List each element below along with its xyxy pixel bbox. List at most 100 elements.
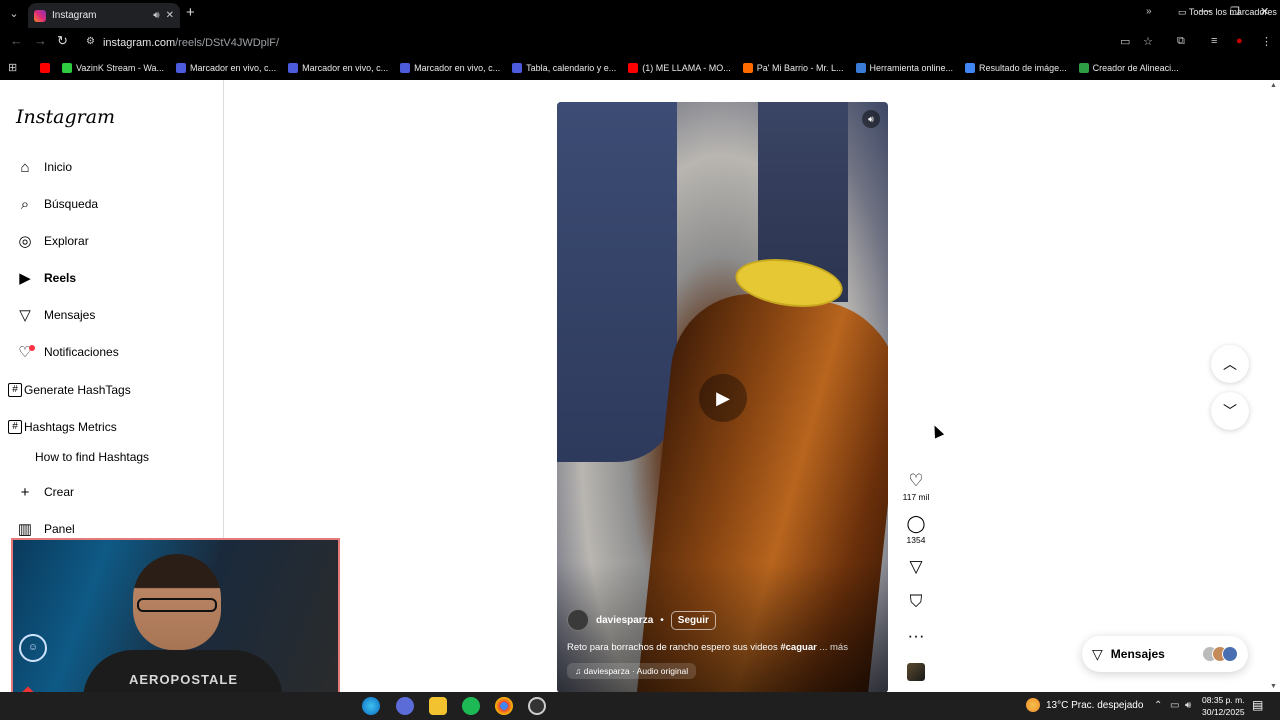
reload-icon[interactable]: ↻ <box>57 33 68 49</box>
volume-icon[interactable]: 🔊︎ <box>862 110 880 128</box>
chevron-up-icon[interactable]: ⌃ <box>1154 700 1162 711</box>
comment-count: 1354 <box>906 535 926 545</box>
send-icon: ▽ <box>909 557 923 576</box>
caption-more[interactable]: ... más <box>817 642 848 653</box>
url-path: /reels/DStV4JWDplF/ <box>175 36 280 49</box>
sidebar-item-hashtags-metrics[interactable]: # Hashtags Metrics <box>8 420 117 434</box>
sidebar-item-explorar[interactable]: ◎ Explorar <box>16 232 88 250</box>
avatar <box>1222 646 1238 662</box>
instagram-logo[interactable]: Instagram <box>16 106 115 128</box>
reel-username[interactable]: daviesparza <box>596 615 653 626</box>
clock-time: 08:35 p. m. <box>1202 695 1245 705</box>
avatar[interactable] <box>567 609 589 631</box>
more-options-button[interactable]: ··· <box>896 627 936 645</box>
file-explorer-icon[interactable] <box>429 697 447 715</box>
sidebar-item-crear[interactable]: + Crear <box>16 483 74 501</box>
hashtag-icon: # <box>8 420 22 434</box>
sidebar-subitem-find-hashtags[interactable]: How to find Hashtags <box>35 450 149 464</box>
bookmark-favicon-icon <box>62 62 72 73</box>
all-bookmarks-button[interactable]: ▭ Todos los marcadores <box>1178 7 1277 18</box>
extensions-icon[interactable]: ⧉ <box>1177 35 1185 48</box>
bookmark-item[interactable]: (1) ME LLAMA - MO... <box>622 62 737 73</box>
sidebar-item-label: Mensajes <box>44 308 96 322</box>
sidebar-item-panel[interactable]: ▥ Panel <box>16 520 75 538</box>
folder-icon: ▭ <box>1178 7 1189 17</box>
scroll-up-arrow-icon[interactable]: ▲ <box>1270 82 1277 89</box>
bookmark-item[interactable]: Herramienta online... <box>850 62 960 73</box>
reel-caption[interactable]: Reto para borrachos de rancho espero sus… <box>567 642 848 653</box>
reel-video[interactable]: 🔊︎ ▶ daviesparza • Seguir Reto para borr… <box>557 102 888 693</box>
new-tab-icon[interactable]: + <box>186 4 195 21</box>
reel-audio[interactable]: ♫ daviesparza · Audio original <box>567 663 697 679</box>
all-bookmarks-label: Todos los marcadores <box>1188 7 1277 17</box>
bookmark-item[interactable]: Pa' Mi Barrio - Mr. L... <box>737 62 850 73</box>
obs-icon[interactable] <box>528 697 546 715</box>
spotify-icon[interactable] <box>462 697 480 715</box>
sidebar-item-inicio[interactable]: ⌂ Inicio <box>16 158 72 176</box>
previous-reel-button[interactable]: ︿ <box>1211 345 1249 383</box>
close-tab-icon[interactable]: ✕ <box>166 10 174 21</box>
save-button[interactable]: ⛉ <box>896 593 936 611</box>
search-icon: ⌕ <box>20 195 30 213</box>
audio-thumbnail[interactable] <box>896 663 936 681</box>
share-button[interactable]: ▽ <box>896 558 936 576</box>
next-reel-button[interactable]: ﹀ <box>1211 392 1249 430</box>
heart-icon: ♡ <box>908 471 924 490</box>
install-app-icon[interactable]: ▭ <box>1120 35 1130 48</box>
apps-grid-icon[interactable]: ⊞ <box>8 61 34 74</box>
media-control-icon[interactable]: ≡ <box>1211 35 1217 47</box>
reel-author-row: daviesparza • Seguir <box>567 609 716 631</box>
bookmark-youtube[interactable] <box>34 62 56 73</box>
edge-icon[interactable] <box>362 697 380 715</box>
comment-icon: ◯ <box>906 514 926 533</box>
star-icon[interactable]: ☆ <box>1143 35 1153 48</box>
notification-center-icon[interactable]: ▤ <box>1252 698 1263 712</box>
weather-widget[interactable]: 13°C Prac. despejado <box>1026 698 1143 712</box>
plus-icon: + <box>20 483 30 501</box>
chart-icon: ▥ <box>17 521 33 538</box>
scroll-down-arrow-icon[interactable]: ▼ <box>1270 683 1277 690</box>
messages-pill[interactable]: ▽ Mensajes <box>1082 636 1248 672</box>
bookmarks-bar: ⊞ VazinK Stream - Wa... Marcador en vivo,… <box>0 55 1280 80</box>
notification-dot <box>29 345 35 351</box>
sidebar-item-busqueda[interactable]: ⌕ Búsqueda <box>16 195 98 213</box>
bookmark-item[interactable]: Marcador en vivo, c... <box>394 62 506 73</box>
taskbar-clock[interactable]: 08:35 p. m. 30/12/2025 <box>1202 694 1245 718</box>
volume-icon[interactable]: 🔊︎ <box>1185 700 1191 711</box>
bookmark-favicon-icon <box>965 62 976 73</box>
bookmark-item[interactable]: Tabla, calendario y e... <box>506 62 622 73</box>
bookmark-item[interactable]: Marcador en vivo, c... <box>282 62 394 73</box>
bookmark-item[interactable]: Marcador en vivo, c... <box>170 62 282 73</box>
bookmark-item[interactable]: Creador de Alineaci... <box>1073 62 1185 73</box>
display-icon[interactable]: ▭ <box>1170 700 1179 711</box>
caption-hashtag[interactable]: #caguar <box>780 642 816 653</box>
bookmark-favicon-icon <box>288 62 299 73</box>
chrome-icon[interactable] <box>495 697 513 715</box>
bookmark-item[interactable]: VazinK Stream - Wa... <box>56 62 170 73</box>
back-icon[interactable]: ← <box>10 33 23 48</box>
caption-text: Reto para borrachos de rancho espero sus… <box>567 642 781 653</box>
follow-button[interactable]: Seguir <box>670 610 716 630</box>
address-bar[interactable]: ⚙︎ instagram.com/reels/DStV4JWDplF/ <box>80 30 1160 53</box>
site-info-icon[interactable]: ⚙︎ <box>86 36 95 47</box>
menu-icon[interactable]: ⋮ <box>1261 35 1272 48</box>
message-avatars <box>1202 646 1238 662</box>
play-icon[interactable]: ▶ <box>699 374 747 422</box>
separator-dot: • <box>660 614 664 626</box>
sidebar-item-generate-hashtags[interactable]: # Generate HashTags <box>8 383 131 397</box>
comment-button[interactable]: ◯ 1354 <box>896 514 936 546</box>
browser-tabbar: ⌄ Instagram 🔊︎ ✕ + — ❐ ✕ <box>0 0 1280 28</box>
bookmark-favicon-icon <box>512 62 523 73</box>
sidebar-item-reels[interactable]: ▶ Reels <box>16 269 76 287</box>
tab-search-icon[interactable]: ⌄ <box>4 4 24 24</box>
sidebar-item-mensajes[interactable]: ▽ Mensajes <box>16 306 95 324</box>
tab-instagram[interactable]: Instagram 🔊︎ ✕ <box>28 3 180 28</box>
discord-icon[interactable] <box>396 697 414 715</box>
bookmark-item[interactable]: Resultado de imáge... <box>959 62 1073 73</box>
forward-icon[interactable]: → <box>34 33 47 48</box>
like-button[interactable]: ♡ 117 mil <box>896 471 936 503</box>
more-bookmarks-icon[interactable]: » <box>1146 6 1152 17</box>
profile-icon[interactable]: ● <box>1236 35 1243 47</box>
speaker-icon[interactable]: 🔊︎ <box>153 10 159 21</box>
bookmark-icon: ⛉ <box>909 592 923 611</box>
